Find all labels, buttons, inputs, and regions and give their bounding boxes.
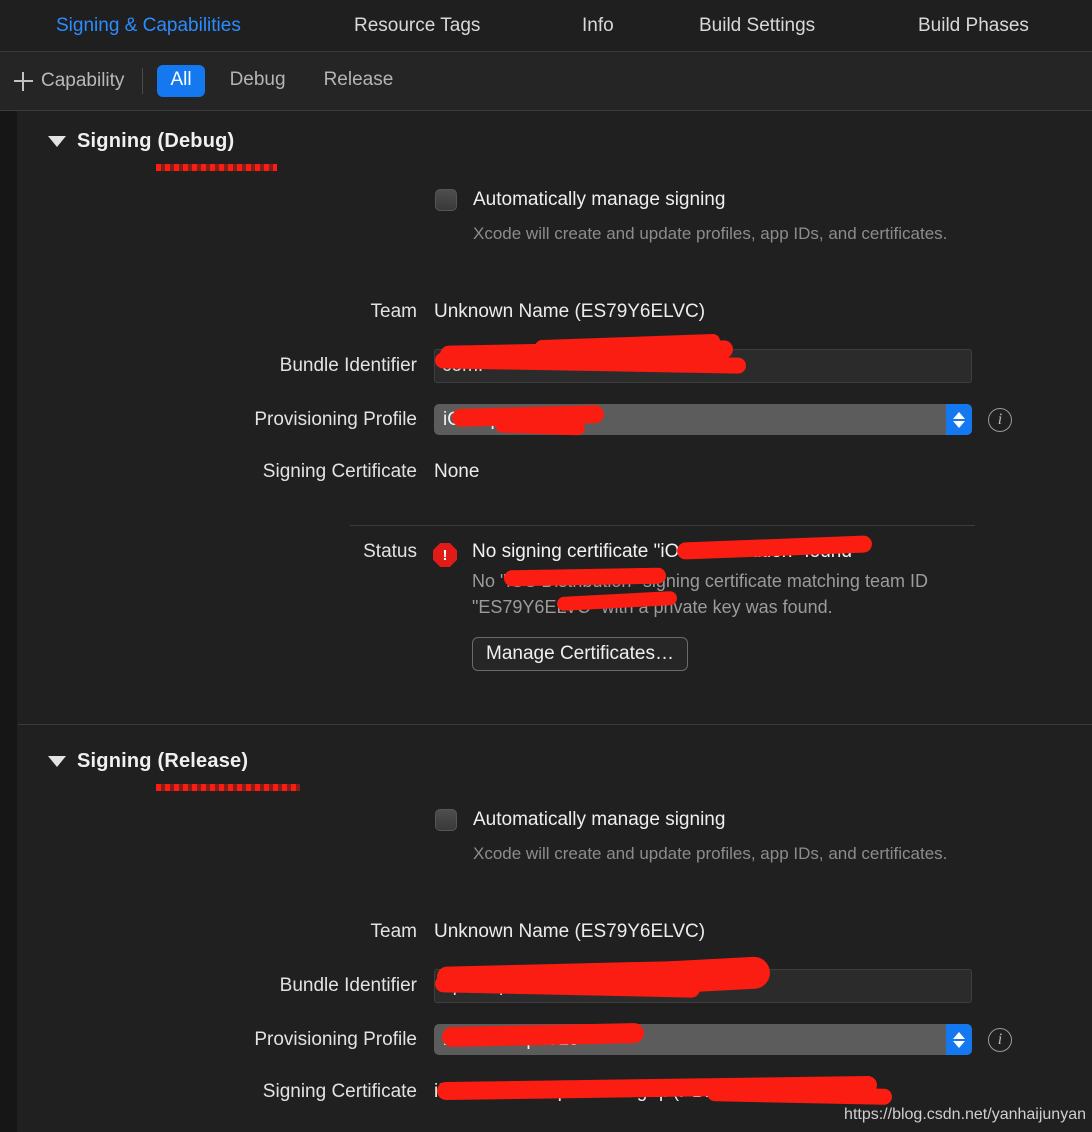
- provisioning-profile-select-release[interactable]: iosDevelop2019: [434, 1024, 972, 1055]
- bundle-identifier-input-debug[interactable]: com.: [434, 349, 972, 383]
- chevron-down-icon: [953, 420, 965, 428]
- left-gutter: [0, 111, 17, 1132]
- tab-build-phases[interactable]: Build Phases: [918, 15, 1029, 37]
- info-icon[interactable]: i: [988, 407, 1012, 432]
- signing-certificate-value-release: iPhone Developer: zhang qi (PBDEF ): [434, 1081, 754, 1102]
- team-value-debug: Unknown Name (ES79Y6ELVC): [434, 301, 706, 322]
- status-error-title-debug: No signing certificate "iOS Distribution…: [472, 541, 852, 562]
- capabilities-toolbar: Capability All Debug Release: [0, 52, 1092, 111]
- section-header-signing-release[interactable]: Signing (Release): [48, 750, 248, 773]
- signing-certificate-label-release: Signing Certificate: [262, 1081, 417, 1102]
- provisioning-profile-row-release: Provisioning Profile iosDevelop2019 i: [17, 1024, 1027, 1055]
- tab-info[interactable]: Info: [582, 15, 614, 37]
- tab-resource-tags[interactable]: Resource Tags: [354, 15, 480, 37]
- team-row-release: Team Unknown Name (ES79Y6ELVC): [17, 921, 992, 943]
- provisioning-profile-value-release: iosDevelop2019: [443, 1028, 580, 1050]
- auto-manage-signing-desc-debug: Xcode will create and update profiles, a…: [473, 224, 948, 243]
- error-octagon-icon: !: [433, 543, 457, 567]
- manage-certificates-button[interactable]: Manage Certificates…: [472, 637, 688, 672]
- watermark-url: https://blog.csdn.net/yanhaijunyan: [844, 1106, 1086, 1123]
- status-separator-debug: [350, 525, 975, 526]
- chevron-up-icon: [953, 1031, 965, 1039]
- bundle-identifier-label-debug: Bundle Identifier: [279, 355, 417, 376]
- auto-manage-signing-label-debug: Automatically manage signing: [473, 189, 726, 210]
- tab-build-settings[interactable]: Build Settings: [699, 15, 815, 37]
- signing-certificate-row-debug: Signing Certificate None: [17, 461, 992, 483]
- filter-segment-debug[interactable]: Debug: [217, 65, 299, 97]
- add-capability-label: Capability: [41, 70, 125, 91]
- signing-certificate-value-debug: None: [434, 461, 480, 482]
- auto-manage-signing-desc-release: Xcode will create and update profiles, a…: [473, 844, 948, 863]
- auto-manage-signing-label-release: Automatically manage signing: [473, 809, 726, 830]
- team-row-debug: Team Unknown Name (ES79Y6ELVC): [17, 301, 992, 323]
- provisioning-profile-value-debug: iOS op20: [443, 408, 523, 430]
- filter-segment-release[interactable]: Release: [311, 65, 407, 97]
- chevron-down-icon: [953, 1040, 965, 1048]
- checkbox-auto-manage-signing-debug[interactable]: [435, 189, 457, 211]
- chevron-up-icon: [953, 411, 965, 419]
- auto-manage-signing-row-release: Automatically manage signing Xcode will …: [435, 809, 973, 867]
- status-error-body-debug: No "iOS Distribution" signing certificat…: [472, 571, 928, 617]
- disclosure-triangle-icon[interactable]: [48, 756, 66, 767]
- plus-icon: [14, 71, 33, 91]
- signing-content-area: Signing (Debug) Automatically manage sig…: [0, 111, 1092, 1132]
- team-label-release: Team: [370, 921, 417, 942]
- chevron-up-down-icon[interactable]: [946, 1024, 972, 1055]
- status-label-debug: Status: [363, 541, 417, 562]
- auto-manage-signing-row-debug: Automatically manage signing Xcode will …: [435, 189, 973, 247]
- redaction-mark-release-subtitle: [156, 784, 300, 791]
- add-capability-button[interactable]: Capability: [14, 70, 124, 92]
- section-title-debug: Signing (Debug): [77, 130, 235, 152]
- bundle-identifier-input-release[interactable]: npush.pe ber: [434, 969, 972, 1003]
- signing-certificate-row-release: Signing Certificate iPhone Developer: zh…: [17, 1081, 992, 1103]
- bundle-identifier-row-release: Bundle Identifier npush.pe ber: [17, 969, 992, 1003]
- provisioning-profile-label-release: Provisioning Profile: [254, 1028, 417, 1050]
- bundle-identifier-label-release: Bundle Identifier: [279, 975, 417, 996]
- redaction-mark-debug-subtitle: [156, 164, 277, 171]
- section-title-release: Signing (Release): [77, 750, 249, 772]
- toolbar-divider: [142, 68, 144, 94]
- section-separator: [18, 724, 1092, 725]
- disclosure-triangle-icon[interactable]: [48, 136, 66, 147]
- editor-tab-bar: Signing & Capabilities Resource Tags Inf…: [0, 0, 1092, 52]
- filter-segment-all[interactable]: All: [157, 65, 205, 97]
- team-value-release: Unknown Name (ES79Y6ELVC): [434, 921, 706, 942]
- team-label-debug: Team: [370, 301, 417, 322]
- signing-pane: Signing (Debug) Automatically manage sig…: [17, 111, 1092, 1132]
- status-row-debug: Status ! No signing certificate "iOS Dis…: [17, 541, 992, 672]
- chevron-up-down-icon[interactable]: [946, 404, 972, 435]
- section-header-signing-debug[interactable]: Signing (Debug): [48, 130, 234, 153]
- provisioning-profile-label-debug: Provisioning Profile: [254, 408, 417, 430]
- provisioning-profile-row-debug: Provisioning Profile iOS op20 i: [17, 404, 1027, 435]
- checkbox-auto-manage-signing-release[interactable]: [435, 809, 457, 831]
- signing-certificate-label-debug: Signing Certificate: [262, 461, 417, 482]
- info-icon[interactable]: i: [988, 1027, 1012, 1052]
- provisioning-profile-select-debug[interactable]: iOS op20: [434, 404, 972, 435]
- tab-signing-and-capabilities[interactable]: Signing & Capabilities: [56, 15, 241, 37]
- bundle-identifier-row-debug: Bundle Identifier com.: [17, 349, 992, 383]
